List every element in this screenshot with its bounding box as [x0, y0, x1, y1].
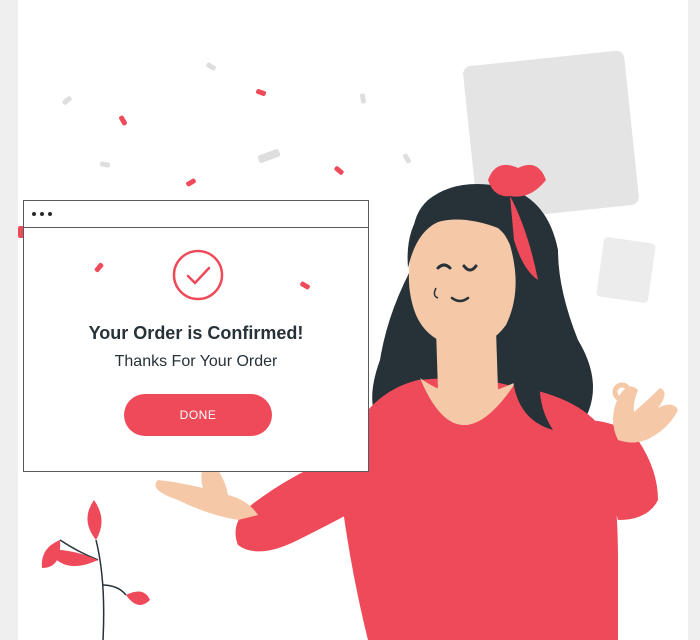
order-confirmation-dialog: Your Order is Confirmed! Thanks For Your…: [23, 200, 369, 472]
window-dot: [32, 212, 36, 216]
confetti: [93, 262, 105, 273]
dialog-title: Your Order is Confirmed!: [88, 323, 304, 343]
window-dot: [48, 212, 52, 216]
done-button[interactable]: DONE: [124, 394, 272, 436]
window-dot: [40, 212, 44, 216]
dialog-subtitle: Thanks For Your Order: [114, 353, 278, 370]
plant-icon: [41, 500, 150, 640]
confetti: [299, 280, 311, 291]
check-circle-icon: [172, 249, 224, 301]
illustration-canvas: Your Order is Confirmed! Thanks For Your…: [18, 0, 688, 640]
dialog-titlebar: [24, 201, 368, 228]
